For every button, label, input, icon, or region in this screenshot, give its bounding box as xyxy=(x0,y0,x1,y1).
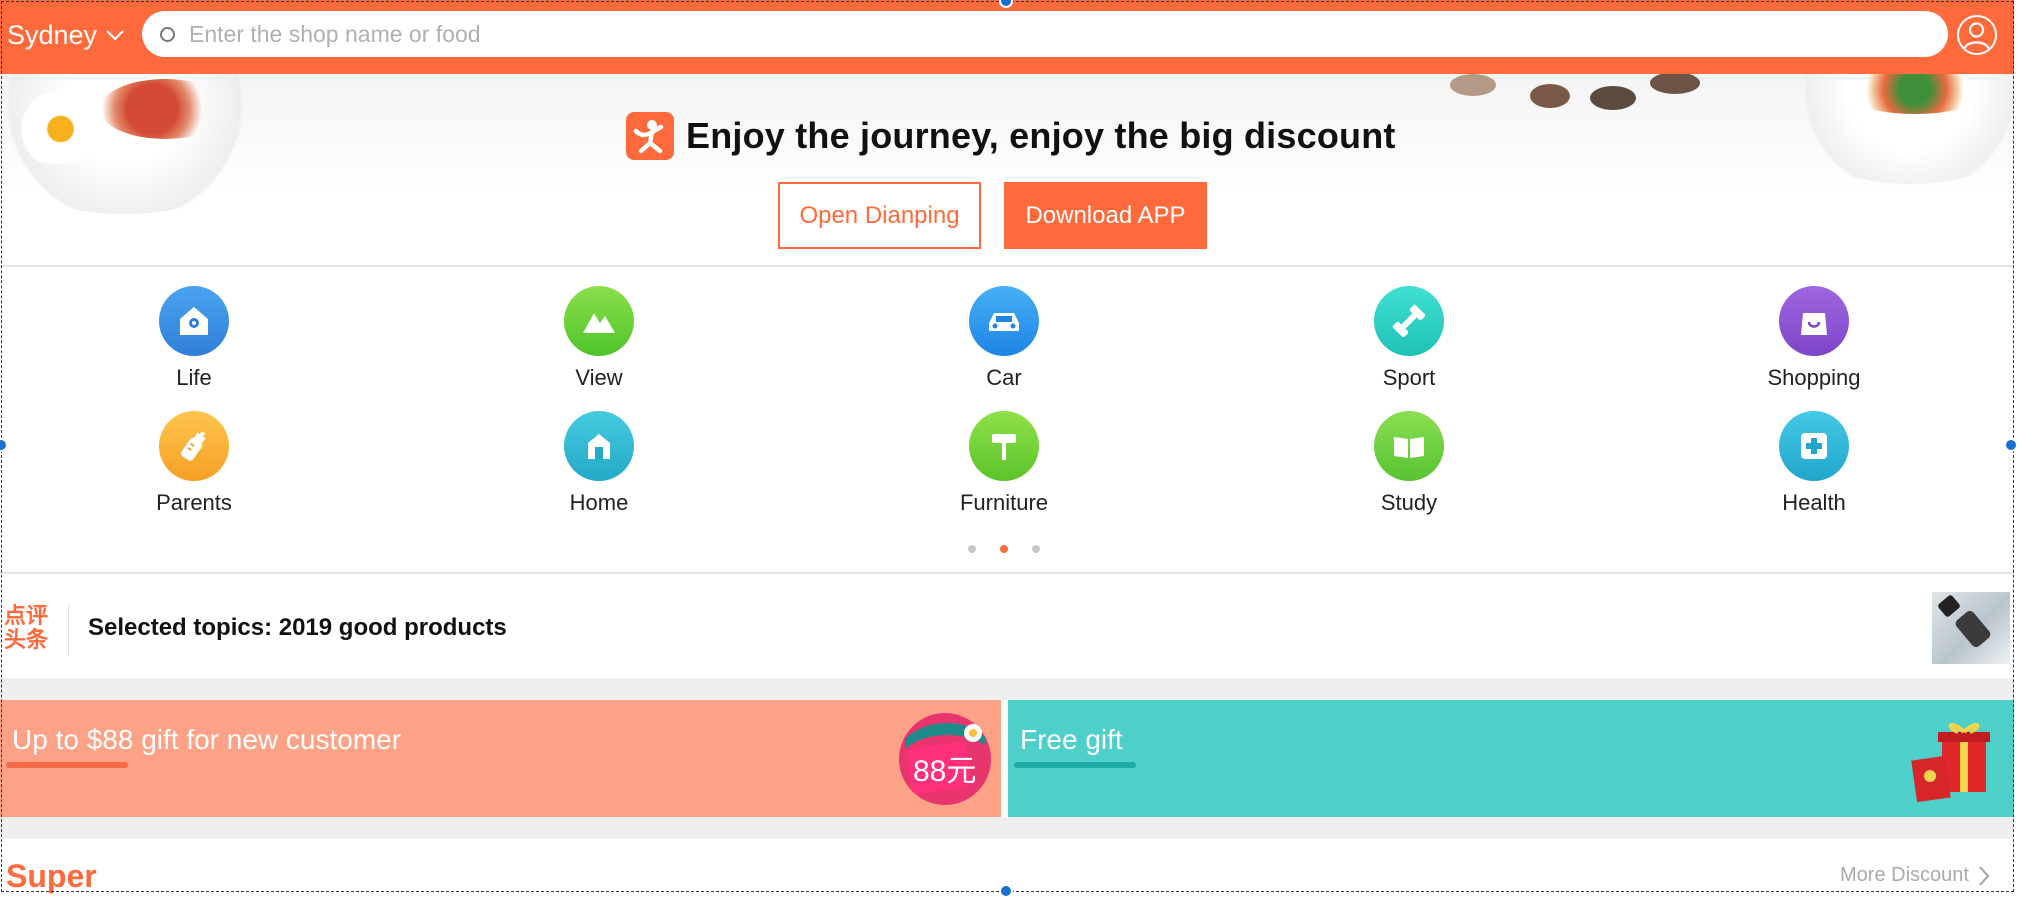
pager-dot[interactable] xyxy=(1032,545,1040,553)
open-dianping-button[interactable]: Open Dianping xyxy=(778,182,981,249)
promo-badge-text: 88元 xyxy=(913,755,976,788)
topics-headline[interactable]: Selected topics: 2019 good products xyxy=(88,614,507,642)
spice-3 xyxy=(1590,86,1636,110)
category-label: Home xyxy=(569,490,629,515)
pager-dot[interactable] xyxy=(968,545,976,553)
category-health[interactable]: Health xyxy=(1734,411,1894,516)
selection-handle-right[interactable] xyxy=(2004,438,2018,452)
promo-free-gift[interactable]: Free gift xyxy=(1008,700,2014,817)
chevron-right-icon xyxy=(1979,865,1990,886)
category-car[interactable]: Car xyxy=(924,286,1084,391)
category-label: Parents xyxy=(156,490,232,515)
tomato-slices xyxy=(100,79,230,139)
section-gap xyxy=(0,817,2014,839)
promo-new-customer[interactable]: Up to $88 gift for new customer 88元 xyxy=(0,700,1001,817)
promo-title: Free gift xyxy=(1020,724,1123,755)
category-label: Shopping xyxy=(1767,365,1861,390)
topics-logo[interactable]: 点评 头条 xyxy=(4,604,62,654)
promo-title: Up to $88 gift for new customer xyxy=(12,724,402,755)
spice-1 xyxy=(1450,74,1496,96)
dumbbell-icon xyxy=(1374,286,1444,356)
shopping-bag-icon xyxy=(1779,286,1849,356)
chevron-down-icon xyxy=(106,30,124,41)
top-bar: Sydney xyxy=(0,0,2014,74)
banner-headline: Enjoy the journey, enjoy the big discoun… xyxy=(626,112,1396,160)
divider xyxy=(0,265,2014,267)
download-app-button[interactable]: Download APP xyxy=(1004,182,1207,249)
city-selector[interactable]: Sydney xyxy=(7,18,125,52)
category-label: Furniture xyxy=(959,490,1049,515)
category-home[interactable]: Home xyxy=(519,411,679,516)
search-bar[interactable] xyxy=(142,11,1948,57)
divider xyxy=(68,605,69,655)
promo-underline xyxy=(6,762,128,768)
category-label: Car xyxy=(986,365,1022,390)
book-icon xyxy=(1374,411,1444,481)
promo-underline xyxy=(1014,762,1136,768)
mountain-icon xyxy=(564,286,634,356)
paint-roller-icon xyxy=(969,411,1039,481)
carousel-pager xyxy=(968,545,1040,553)
topics-logo-line2: 头条 xyxy=(4,627,49,652)
banner-title: Enjoy the journey, enjoy the big discoun… xyxy=(686,115,1396,156)
house-icon xyxy=(564,411,634,481)
dianping-logo-icon xyxy=(626,112,674,160)
cosmetic-bottle-image xyxy=(1938,595,1991,648)
fried-egg xyxy=(0,94,110,164)
category-view[interactable]: View xyxy=(519,286,679,391)
search-icon xyxy=(160,26,175,42)
spice-4 xyxy=(1650,74,1700,94)
category-label: Study xyxy=(1380,490,1438,515)
category-life[interactable]: Life xyxy=(114,286,274,391)
topics-logo-line1: 点评 xyxy=(4,603,49,628)
divider xyxy=(0,572,2014,574)
category-label: Life xyxy=(176,365,212,390)
topic-thumbnail[interactable] xyxy=(1932,592,2010,664)
user-account-button[interactable] xyxy=(1957,15,1997,55)
spice-2 xyxy=(1530,84,1570,108)
red-packet-88-icon: 88元 xyxy=(899,713,991,805)
category-label: Health xyxy=(1782,490,1846,515)
search-input[interactable] xyxy=(189,20,1889,48)
baby-bottle-icon xyxy=(159,411,229,481)
gift-box-icon xyxy=(1911,723,1990,803)
car-icon xyxy=(969,286,1039,356)
category-label: Sport xyxy=(1382,365,1436,390)
more-discount-label: More Discount xyxy=(1840,864,1969,886)
category-parents[interactable]: Parents xyxy=(114,411,274,516)
home-pin-icon xyxy=(159,286,229,356)
section-gap xyxy=(0,678,2014,700)
more-discount-link[interactable]: More Discount xyxy=(1840,864,1991,887)
category-shopping[interactable]: Shopping xyxy=(1734,286,1894,391)
category-label: View xyxy=(575,365,623,390)
category-study[interactable]: Study xyxy=(1329,411,1489,516)
selection-handle-bottom[interactable] xyxy=(999,884,1013,898)
pager-dot-active[interactable] xyxy=(1000,545,1008,553)
selection-handle-left[interactable] xyxy=(0,438,8,452)
category-sport[interactable]: Sport xyxy=(1329,286,1489,391)
section-title: Super xyxy=(6,858,97,894)
user-icon xyxy=(1962,22,1991,51)
city-label: Sydney xyxy=(7,19,98,50)
medical-cross-icon xyxy=(1779,411,1849,481)
category-furniture[interactable]: Furniture xyxy=(924,411,1084,516)
